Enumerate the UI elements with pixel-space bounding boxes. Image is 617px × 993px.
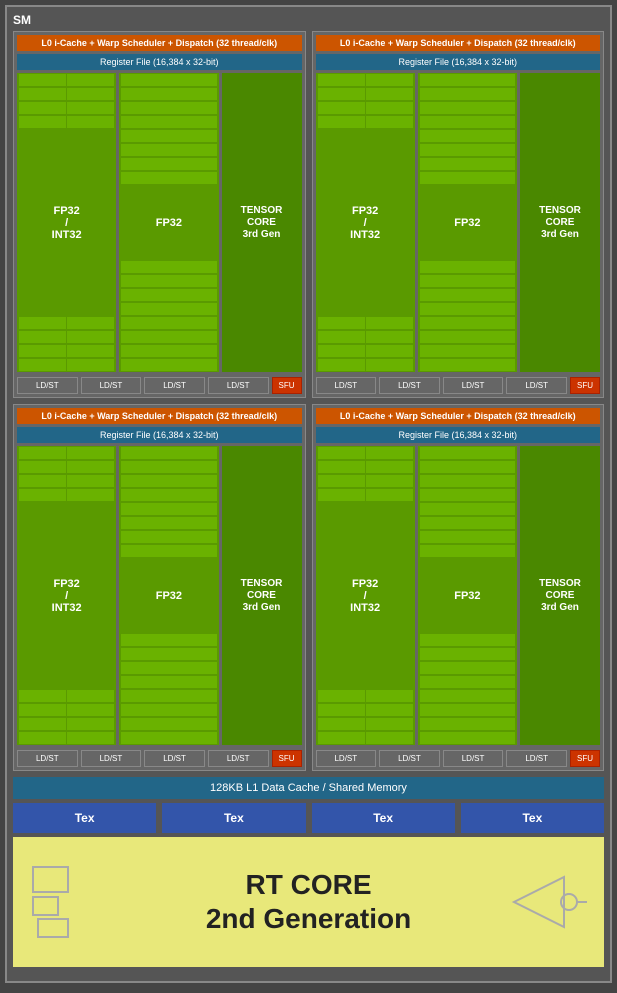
bottom-bar-1: LD/ST LD/ST LD/ST LD/ST SFU	[17, 377, 302, 394]
bottom-bar-2: LD/ST LD/ST LD/ST LD/ST SFU	[316, 377, 601, 394]
rt-core-decoration-left	[28, 862, 108, 942]
warp-scheduler-3: L0 i-Cache + Warp Scheduler + Dispatch (…	[17, 408, 302, 424]
tensor-label-2: TENSORCORE3rd Gen	[520, 73, 600, 372]
fp32-int32-block-3: FP32/INT32	[17, 446, 116, 745]
l1-cache-bar: 128KB L1 Data Cache / Shared Memory	[13, 777, 604, 799]
register-file-4: Register File (16,384 x 32-bit)	[316, 427, 601, 443]
cores-area-2: FP32/INT32 FP32	[316, 73, 601, 372]
ldst-13: LD/ST	[316, 750, 377, 767]
ldst-15: LD/ST	[443, 750, 504, 767]
quadrant-bottom-left: L0 i-Cache + Warp Scheduler + Dispatch (…	[13, 404, 306, 771]
rt-core-decoration-right	[509, 872, 589, 932]
ldst-1: LD/ST	[17, 377, 78, 394]
fp32-block-1: FP32	[119, 73, 218, 372]
tensor-block-3: TENSORCORE3rd Gen	[222, 446, 302, 745]
sm-label: SM	[13, 13, 604, 27]
ldst-16: LD/ST	[506, 750, 567, 767]
tex-1: Tex	[13, 803, 156, 833]
sm-container: SM L0 i-Cache + Warp Scheduler + Dispatc…	[5, 5, 612, 983]
ldst-3: LD/ST	[144, 377, 205, 394]
fp32-block-2: FP32	[418, 73, 517, 372]
ldst-10: LD/ST	[81, 750, 142, 767]
tex-2: Tex	[162, 803, 305, 833]
register-file-2: Register File (16,384 x 32-bit)	[316, 54, 601, 70]
sfu-2: SFU	[570, 377, 600, 394]
ldst-14: LD/ST	[379, 750, 440, 767]
tensor-block-4: TENSORCORE3rd Gen	[520, 446, 600, 745]
fp32-int32-block-1: FP32/INT32	[17, 73, 116, 372]
fp32-int32-label-2: FP32/INT32	[316, 129, 415, 316]
ldst-7: LD/ST	[443, 377, 504, 394]
tensor-block-1: TENSORCORE3rd Gen	[222, 73, 302, 372]
quadrant-bottom-right: L0 i-Cache + Warp Scheduler + Dispatch (…	[312, 404, 605, 771]
ldst-6: LD/ST	[379, 377, 440, 394]
register-file-3: Register File (16,384 x 32-bit)	[17, 427, 302, 443]
tex-row: Tex Tex Tex Tex	[13, 803, 604, 833]
tex-4: Tex	[461, 803, 604, 833]
fp32-int32-label-1: FP32/INT32	[17, 129, 116, 316]
ldst-12: LD/ST	[208, 750, 269, 767]
quadrant-top-left: L0 i-Cache + Warp Scheduler + Dispatch (…	[13, 31, 306, 398]
fp32-label-2: FP32	[418, 185, 517, 260]
warp-scheduler-1: L0 i-Cache + Warp Scheduler + Dispatch (…	[17, 35, 302, 51]
sfu-1: SFU	[272, 377, 302, 394]
ldst-8: LD/ST	[506, 377, 567, 394]
ldst-4: LD/ST	[208, 377, 269, 394]
fp32-label-3: FP32	[119, 558, 218, 633]
fp32-label-1: FP32	[119, 185, 218, 260]
ldst-11: LD/ST	[144, 750, 205, 767]
fp32-int32-label-3: FP32/INT32	[17, 502, 116, 689]
rt-core-label: RT CORE 2nd Generation	[206, 868, 411, 935]
warp-scheduler-2: L0 i-Cache + Warp Scheduler + Dispatch (…	[316, 35, 601, 51]
register-file-1: Register File (16,384 x 32-bit)	[17, 54, 302, 70]
ldst-2: LD/ST	[81, 377, 142, 394]
fp32-block-4: FP32	[418, 446, 517, 745]
fp32-int32-block-4: FP32/INT32	[316, 446, 415, 745]
ldst-9: LD/ST	[17, 750, 78, 767]
fp32-label-4: FP32	[418, 558, 517, 633]
warp-scheduler-4: L0 i-Cache + Warp Scheduler + Dispatch (…	[316, 408, 601, 424]
bottom-bar-4: LD/ST LD/ST LD/ST LD/ST SFU	[316, 750, 601, 767]
ldst-5: LD/ST	[316, 377, 377, 394]
cores-area-4: FP32/INT32 FP32	[316, 446, 601, 745]
tensor-block-2: TENSORCORE3rd Gen	[520, 73, 600, 372]
tensor-label-1: TENSORCORE3rd Gen	[222, 73, 302, 372]
cores-area-1: FP32/INT32 FP32	[17, 73, 302, 372]
fp32-block-3: FP32	[119, 446, 218, 745]
tensor-label-4: TENSORCORE3rd Gen	[520, 446, 600, 745]
cores-area-3: FP32/INT32 FP32	[17, 446, 302, 745]
tex-3: Tex	[312, 803, 455, 833]
sfu-4: SFU	[570, 750, 600, 767]
bottom-bar-3: LD/ST LD/ST LD/ST LD/ST SFU	[17, 750, 302, 767]
tensor-label-3: TENSORCORE3rd Gen	[222, 446, 302, 745]
fp32-int32-block-2: FP32/INT32	[316, 73, 415, 372]
quadrant-top-right: L0 i-Cache + Warp Scheduler + Dispatch (…	[312, 31, 605, 398]
sfu-3: SFU	[272, 750, 302, 767]
fp32-int32-label-4: FP32/INT32	[316, 502, 415, 689]
rt-core-area: RT CORE 2nd Generation	[13, 837, 604, 967]
quadrants-grid: L0 i-Cache + Warp Scheduler + Dispatch (…	[13, 31, 604, 771]
